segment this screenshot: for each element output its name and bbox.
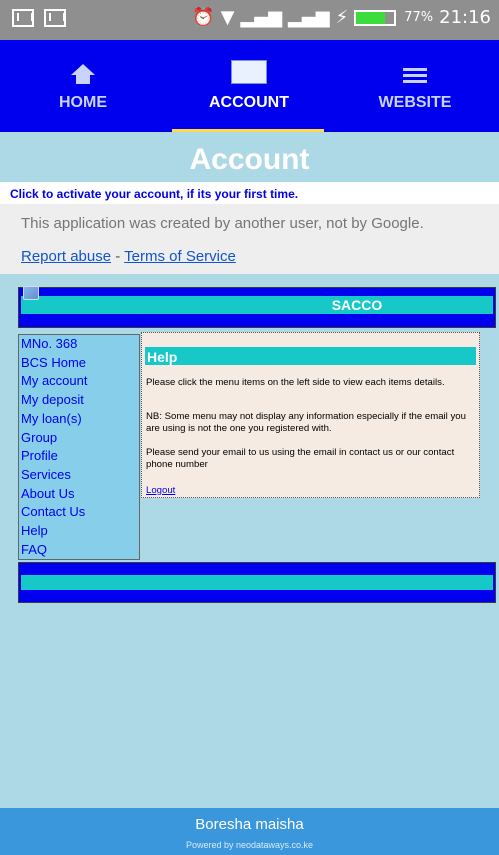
side-menu: MNo. 368 BCS Home My account My deposit … [18,334,140,560]
alarm-icon: ⏰ [192,7,215,28]
account-logo-icon [231,60,267,84]
menu-item-contact-us[interactable]: Contact Us [19,503,139,522]
activate-account-link[interactable]: Click to activate your account, if its y… [0,182,499,204]
tab-website-label: WEBSITE [378,94,452,111]
tab-website[interactable]: WEBSITE [332,40,498,132]
signal-icon: ▂▄▆ [240,7,283,28]
help-paragraph-2: NB: Some menu may not display any inform… [146,411,466,434]
logout-link[interactable]: Logout [146,485,175,496]
banner-message: This application was created by another … [21,215,424,232]
menu-item-group[interactable]: Group [19,429,139,448]
tab-account-label: ACCOUNT [209,94,289,111]
status-bar: ⏰ ▼ ▂▄▆ ▂▄▆ ⚡ 77% 21:16 [0,0,499,40]
link-separator: - [115,248,121,265]
terms-of-service-link[interactable]: Terms of Service [124,248,236,265]
tab-account[interactable]: ACCOUNT [166,40,332,132]
sacco-footer-band [21,575,493,590]
menu-item-about-us[interactable]: About Us [19,485,139,504]
menu-item-services[interactable]: Services [19,466,139,485]
wifi-icon: ▼ [220,7,235,28]
battery-percent: 77% [404,10,434,25]
gmail-icon [44,9,66,27]
charging-icon: ⚡ [335,7,349,28]
app-footer: Boresha maisha Powered by neodataways.co… [0,808,499,855]
clock: 21:16 [439,7,491,28]
signal-icon: ▂▄▆ [288,7,330,28]
battery-icon [354,9,397,26]
gmail-icon [12,9,34,27]
report-abuse-link[interactable]: Report abuse [21,248,111,265]
menu-item-help[interactable]: Help [19,522,139,541]
help-heading: Help [145,347,476,365]
sacco-footer [18,562,496,603]
menu-item-profile[interactable]: Profile [19,447,139,466]
footer-powered-by: Powered by neodataways.co.ke [185,840,314,850]
sacco-name: SACCO [331,297,383,313]
help-paragraph-1: Please click the menu items on the left … [146,377,445,388]
tab-home-label: HOME [59,94,107,111]
help-panel: Help Please click the menu items on the … [141,332,480,498]
menu-item-my-deposit[interactable]: My deposit [19,391,139,410]
menu-item-my-loans[interactable]: My loan(s) [19,410,139,429]
google-apps-script-banner: This application was created by another … [0,204,499,274]
help-paragraph-3: Please send your email to us using the e… [146,447,455,470]
tab-home[interactable]: HOME [0,40,166,132]
home-icon [71,64,95,84]
page-title: Account [0,132,499,182]
footer-tagline: Boresha maisha [195,816,304,833]
tab-bar: HOME ACCOUNT WEBSITE [0,40,499,132]
menu-item-bcs-home[interactable]: BCS Home [19,354,139,373]
menu-item-faq[interactable]: FAQ [19,541,139,560]
sacco-header: SACCO [18,286,496,328]
member-number: MNo. 368 [21,336,78,351]
list-icon [403,68,427,84]
menu-item-my-account[interactable]: My account [19,372,139,391]
